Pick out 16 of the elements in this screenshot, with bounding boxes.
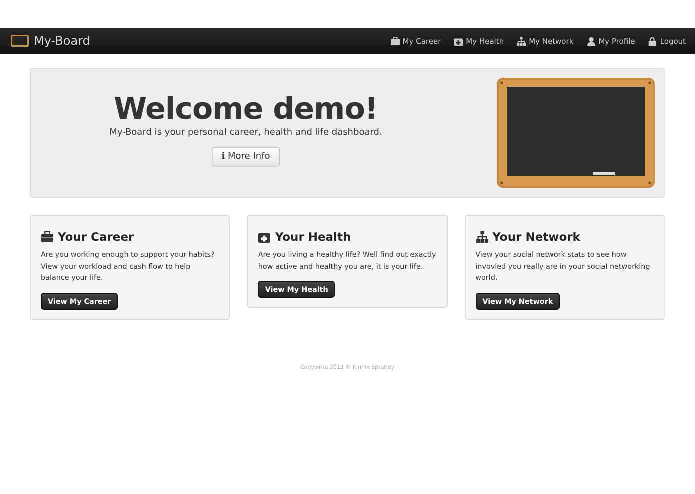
card-title: Your Career [58, 230, 134, 244]
brand-link[interactable]: My-Board [34, 34, 90, 48]
medical-kit-icon [454, 36, 464, 46]
more-info-button[interactable]: i More Info [212, 146, 280, 166]
welcome-heading: Welcome demo! [114, 92, 378, 126]
card-title: Your Health [275, 230, 352, 244]
user-icon [586, 36, 596, 46]
lock-icon [648, 36, 658, 46]
hierarchy-icon [476, 231, 489, 243]
hierarchy-icon [517, 36, 526, 46]
card-title: Your Network [492, 230, 580, 244]
briefcase-icon [390, 36, 400, 46]
tagline: My-Board is your personal career, health and life dashboard. [110, 128, 382, 138]
board-icon [11, 35, 29, 47]
briefcase-icon [41, 231, 54, 243]
medical-kit-icon [258, 231, 272, 243]
